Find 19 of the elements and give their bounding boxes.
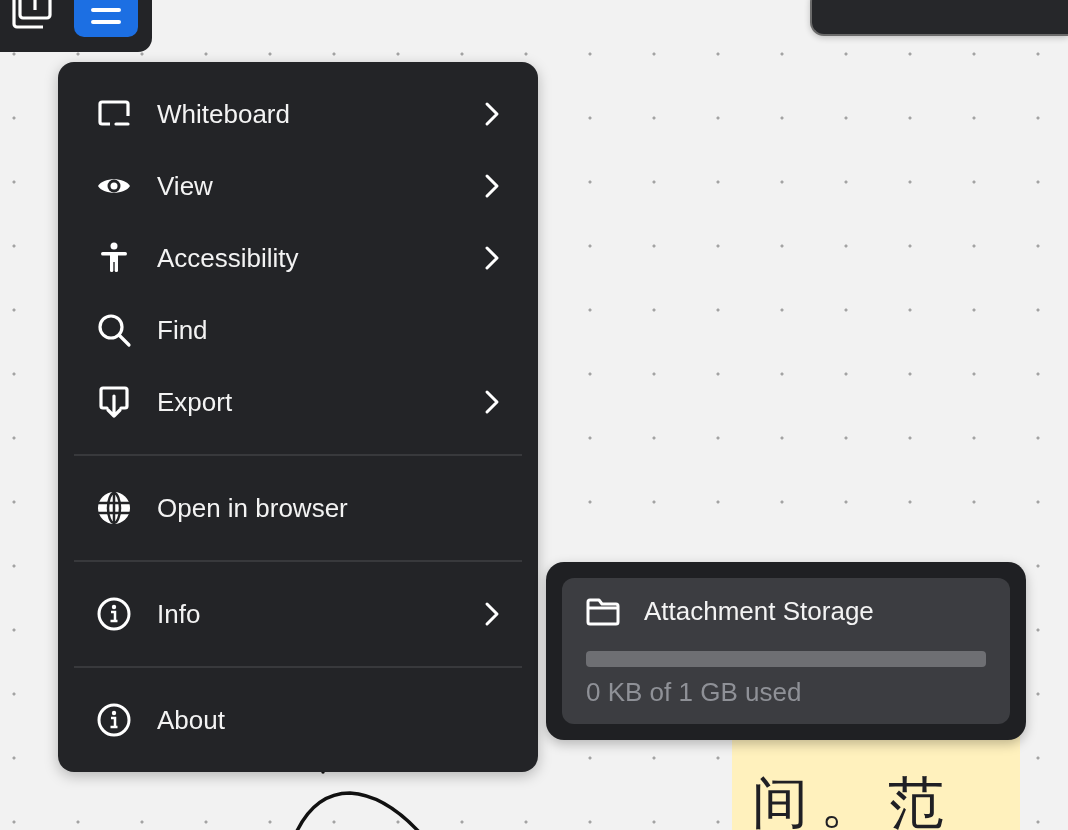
menu-item[interactable]: About <box>74 684 522 756</box>
sticky-note-text: 间。范 <box>752 770 956 830</box>
storage-usage: 0 KB of 1 GB used <box>586 677 803 708</box>
menu-item[interactable]: Export <box>74 366 522 438</box>
menu-icon <box>90 5 122 26</box>
menu-item[interactable]: Find <box>74 294 522 366</box>
search-icon <box>96 312 132 348</box>
folder-icon <box>586 597 620 626</box>
info-icon <box>96 596 132 632</box>
globe-icon <box>96 490 132 526</box>
info-icon <box>96 702 132 738</box>
menu-button[interactable] <box>74 0 138 37</box>
menu-item[interactable]: Open in browser <box>74 472 522 544</box>
export-icon <box>96 384 132 420</box>
storage-title: Attachment Storage <box>644 596 874 627</box>
menu-item[interactable]: Whiteboard <box>74 78 522 150</box>
menu-item[interactable]: View <box>74 150 522 222</box>
menu-item[interactable]: Info <box>74 578 522 650</box>
menu-item[interactable]: Accessibility <box>74 222 522 294</box>
